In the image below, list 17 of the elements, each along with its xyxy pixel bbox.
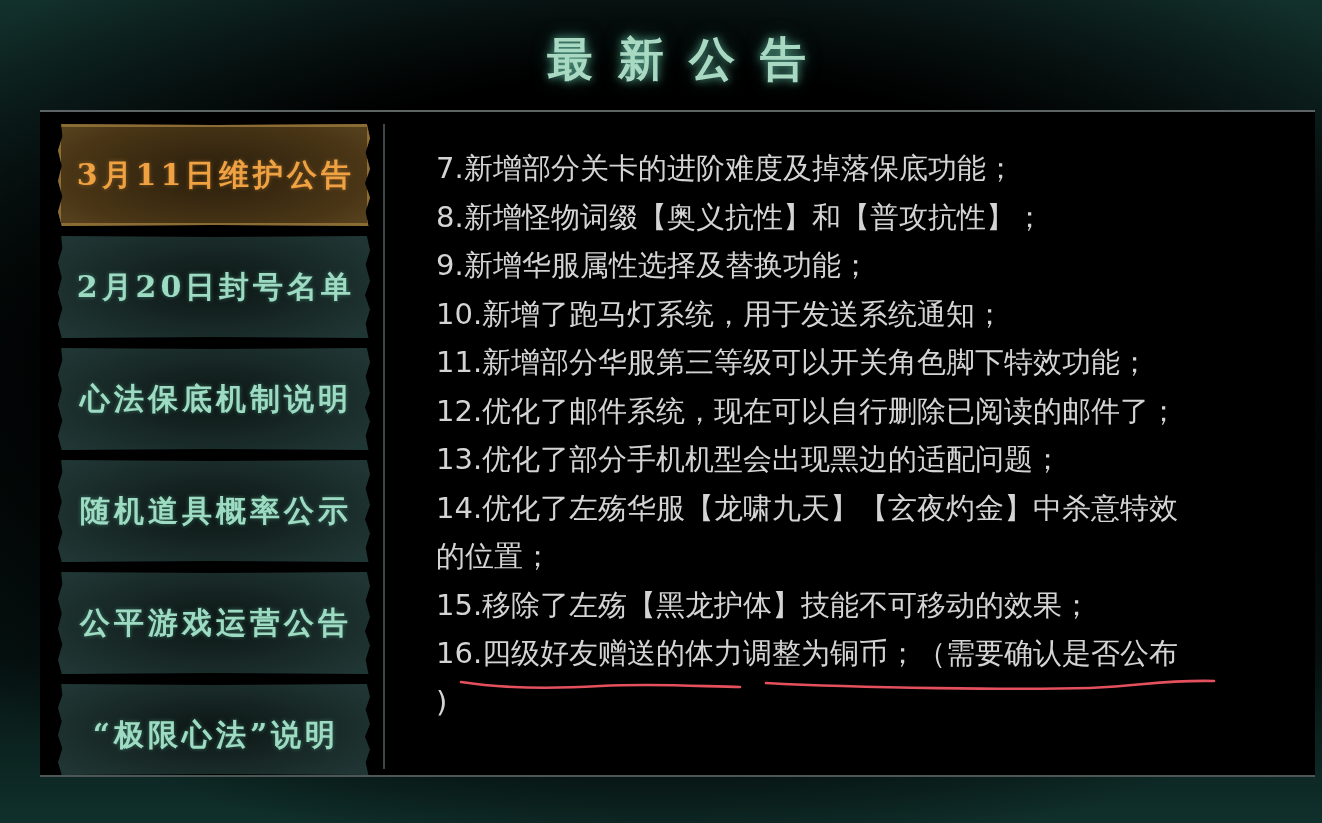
sidebar-tab[interactable]: 2月20日封号名单 bbox=[58, 236, 370, 338]
sidebar-tab[interactable]: 随机道具概率公示 bbox=[58, 460, 370, 562]
sidebar-tab[interactable]: 3月11日维护公告 bbox=[58, 124, 370, 226]
sidebar-tab[interactable]: 公平游戏运营公告 bbox=[58, 572, 370, 674]
panel-title: 最新公告 bbox=[545, 32, 831, 88]
announcement-text: 13.优化了部分手机机型会出现黑边的适配问题； bbox=[436, 442, 1063, 476]
sidebar-tab[interactable]: “极限心法”说明 bbox=[58, 684, 370, 775]
announcement-text: 10.新增了跑马灯系统，用于发送系统通知； bbox=[436, 296, 1005, 331]
announcement-text: 7.新增部分关卡的进阶难度及掉落保底功能； bbox=[436, 151, 1015, 185]
sidebar-tab[interactable]: 心法保底机制说明 bbox=[58, 348, 370, 450]
announcement-text: 12.优化了邮件系统，现在可以自行删除已阅读的邮件了； bbox=[436, 393, 1179, 428]
announcement-text: 11.新增部分华服第三等级可以开关角色脚下特效功能； bbox=[436, 345, 1150, 379]
announcement-text: 14.优化了左殇华服【龙啸九天】【玄夜灼金】中杀意特效的位置； bbox=[436, 490, 1179, 573]
announcement-text: 16.四级好友赠送的体力调整为铜币；（需要确认是否公布) bbox=[436, 636, 1179, 719]
announcement-text: 8.新增怪物词缀【奥义抗性】和【普攻抗性】； bbox=[436, 199, 1044, 234]
announcement-text: 9.新增华服属性选择及替换功能； bbox=[436, 248, 870, 282]
announcement-text: 15.移除了左殇【黑龙护体】技能不可移动的效果； bbox=[436, 587, 1092, 622]
